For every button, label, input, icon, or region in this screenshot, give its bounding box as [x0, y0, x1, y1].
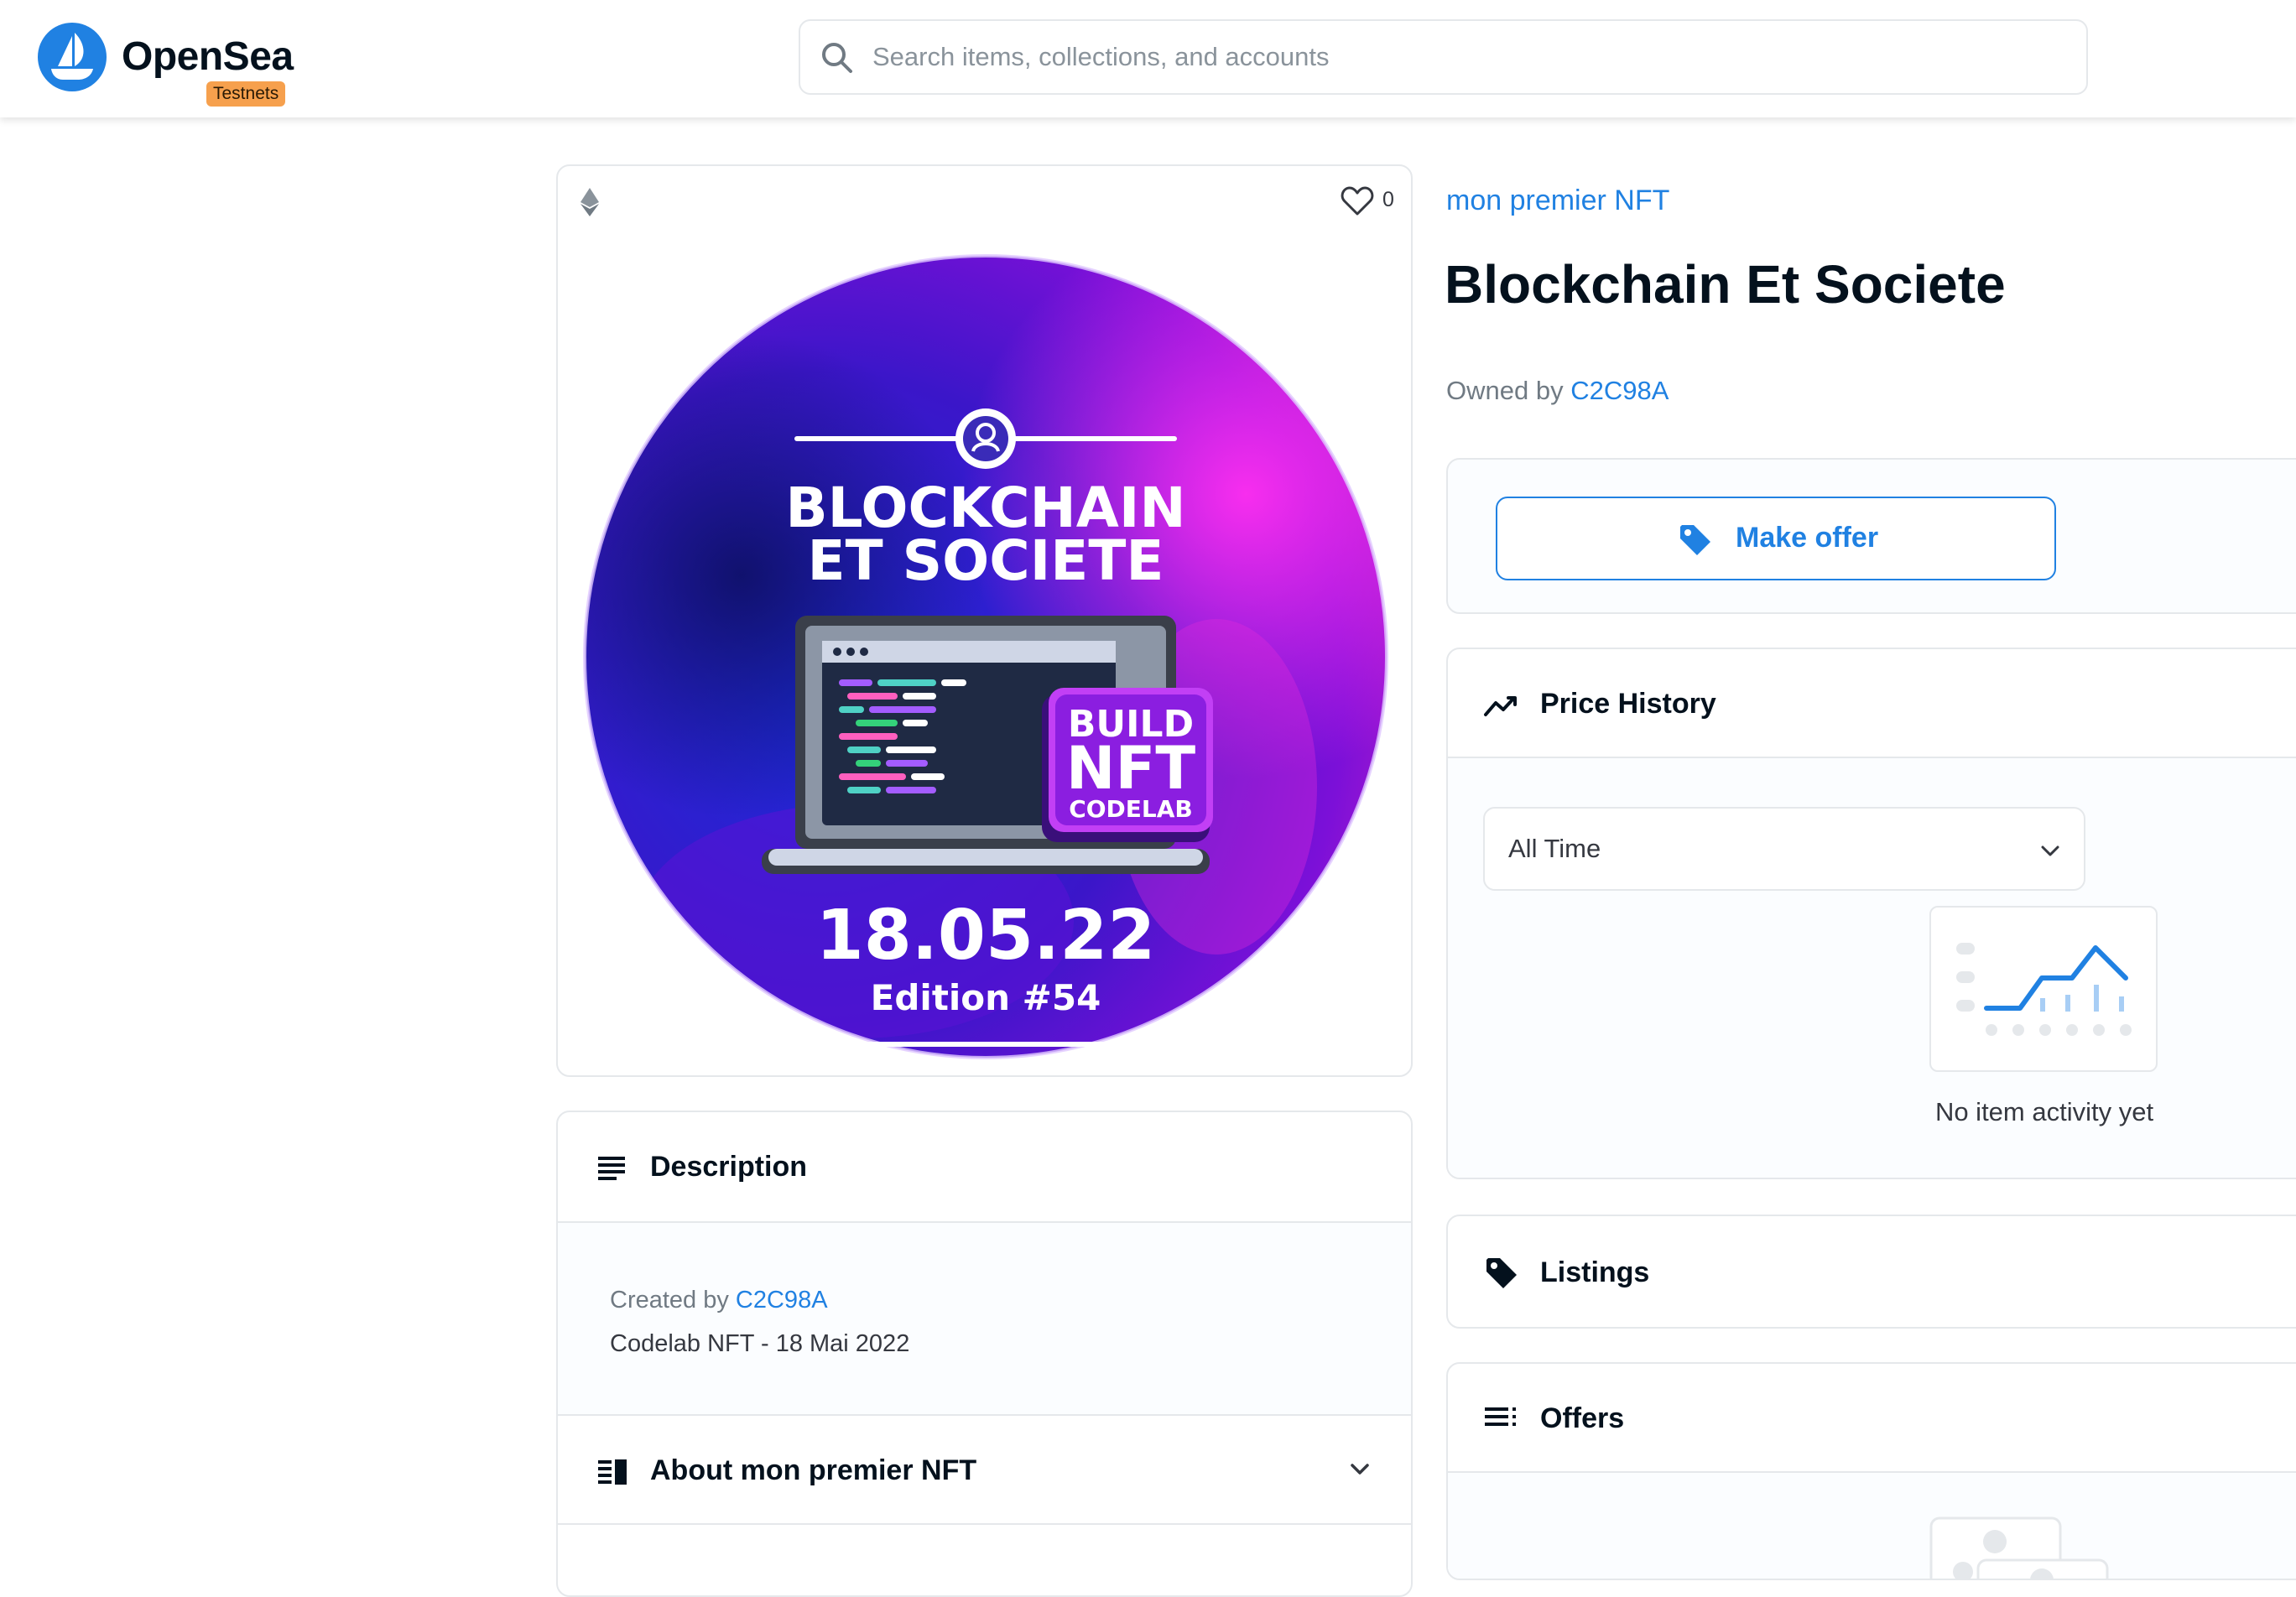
description-title: Description	[650, 1151, 808, 1183]
created-by-label: Created by	[610, 1287, 729, 1313]
item-title: Blockchain Et Societe	[1445, 254, 2006, 315]
time-range-select[interactable]: All Time	[1483, 807, 2085, 891]
creator-link[interactable]: C2C98A	[736, 1287, 828, 1313]
description-body: Created by C2C98A Codelab NFT - 18 Mai 2…	[558, 1221, 1411, 1416]
chevron-down-icon	[2041, 845, 2059, 856]
about-collection-title: About mon premier NFT	[650, 1454, 977, 1486]
description-text: Codelab NFT - 18 Mai 2022	[610, 1330, 910, 1357]
price-history-panel: Price History All Time No item activity …	[1446, 648, 2296, 1179]
time-range-value: All Time	[1508, 834, 1601, 863]
search-icon	[822, 43, 852, 73]
price-history-header[interactable]: Price History	[1448, 649, 2296, 758]
make-offer-label: Make offer	[1736, 522, 1879, 554]
offers-title: Offers	[1540, 1402, 1625, 1434]
empty-offers-illustration-icon	[1929, 1516, 2109, 1579]
list-icon	[1485, 1407, 1516, 1426]
about-collection-header[interactable]: About mon premier NFT	[558, 1416, 1411, 1525]
owner-link[interactable]: C2C98A	[1570, 376, 1669, 405]
created-by-line: Created by C2C98A	[610, 1287, 828, 1314]
search-bar[interactable]: Search items, collections, and accounts	[799, 19, 2088, 95]
price-history-body: All Time No item activity yet	[1448, 758, 2296, 1178]
testnets-badge: Testnets	[206, 81, 286, 107]
lines-icon	[598, 1157, 625, 1180]
trade-panel: Make offer	[1446, 458, 2296, 614]
description-panel: Description Created by C2C98A Codelab NF…	[556, 1111, 1413, 1597]
chevron-down-icon[interactable]	[1347, 1456, 1372, 1481]
brand-name[interactable]: OpenSea	[122, 34, 294, 80]
offers-panel: Offers	[1446, 1362, 2296, 1580]
heart-icon	[1341, 186, 1374, 216]
tag-icon	[1486, 1258, 1517, 1288]
no-activity-text: No item activity yet	[1934, 1097, 2154, 1126]
nft-headline-line2: ET SOCIETE	[808, 528, 1164, 593]
search-input[interactable]: Search items, collections, and accounts	[872, 42, 1330, 72]
ethereum-icon	[581, 188, 599, 216]
book-icon	[598, 1459, 627, 1485]
price-history-title: Price History	[1540, 688, 1716, 720]
favorite-count: 0	[1382, 188, 1394, 211]
nft-media-card: 0 BLOCKCHAIN ET SOCIETE BUILD NFT CODELA…	[556, 164, 1413, 1077]
empty-chart-illustration-icon	[1929, 906, 2158, 1072]
owned-by-line: Owned by C2C98A	[1446, 376, 1669, 406]
top-nav: OpenSea Testnets Search items, collectio…	[0, 0, 2296, 117]
nft-date: 18.05.22	[816, 896, 1156, 975]
offers-header[interactable]: Offers	[1448, 1364, 2296, 1473]
listings-header[interactable]: Listings	[1448, 1216, 2296, 1327]
trending-up-icon	[1484, 696, 1517, 716]
listings-panel: Listings	[1446, 1215, 2296, 1329]
description-header[interactable]: Description	[558, 1112, 1411, 1221]
collection-link[interactable]: mon premier NFT	[1446, 185, 1669, 217]
favorite-button[interactable]: 0	[1335, 185, 1403, 218]
make-offer-button[interactable]: Make offer	[1496, 497, 2056, 580]
nft-badge-line2: NFT	[1066, 734, 1195, 803]
owned-by-label: Owned by	[1446, 376, 1564, 405]
opensea-logo-icon[interactable]	[38, 23, 107, 91]
listings-title: Listings	[1540, 1256, 1650, 1288]
nft-edition: Edition #54	[871, 977, 1101, 1018]
nft-badge-line3: CODELAB	[1069, 795, 1193, 823]
offers-body	[1448, 1473, 2296, 1579]
nft-image[interactable]: BLOCKCHAIN ET SOCIETE BUILD NFT CODELAB …	[579, 250, 1393, 1064]
tag-icon	[1680, 525, 1710, 555]
